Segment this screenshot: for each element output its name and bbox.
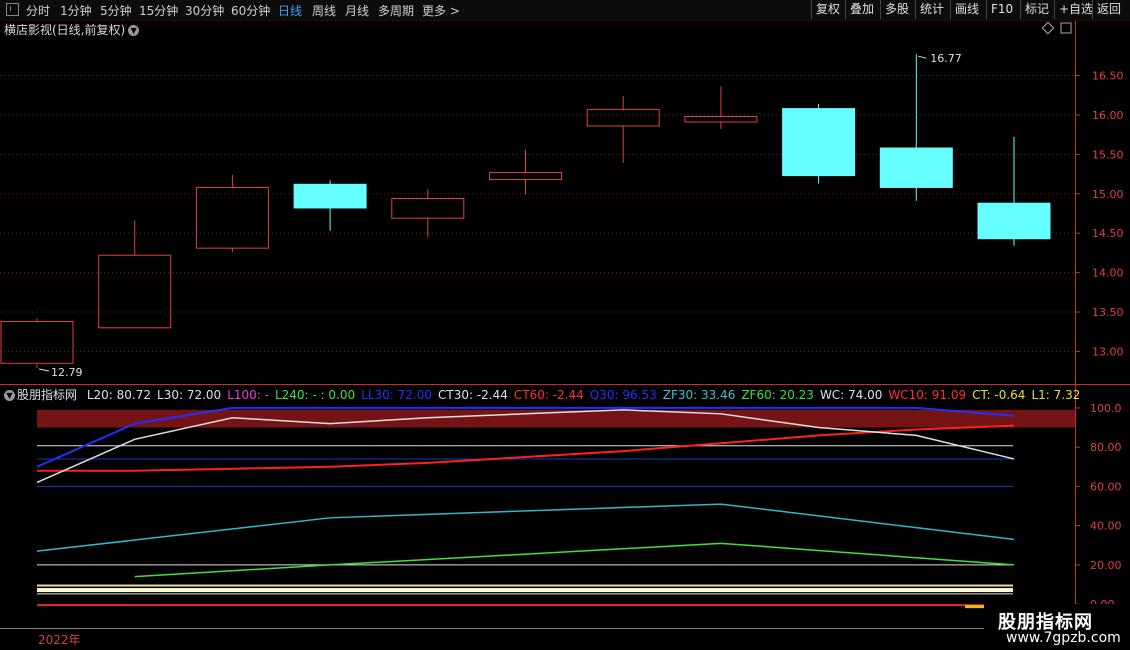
- candle-body: [98, 254, 172, 329]
- candle-body: [586, 108, 660, 127]
- candle-body: [293, 183, 367, 209]
- high-price-label: 16.77: [930, 52, 962, 65]
- indicator-line-WC10: [37, 424, 1015, 472]
- indicator-tick-label: 20.00: [1090, 559, 1122, 572]
- indicator-tick-label: 100.0: [1090, 402, 1122, 415]
- candle-body: [684, 115, 758, 123]
- indicator-value-5: CT30: -2.44: [438, 388, 508, 402]
- candle-body: [195, 186, 269, 249]
- watermark-url: www.7gpzb.com: [1006, 630, 1121, 646]
- indicator-bar-l1: [37, 584, 1013, 587]
- indicator-value-10: WC: 74.00: [819, 388, 883, 402]
- watermark: 股朋指标网 www.7gpzb.com: [984, 604, 1130, 650]
- candle-body: [782, 108, 856, 177]
- indicator-value-2: L100: -: [227, 388, 269, 402]
- indicator-tick-label: 80.00: [1090, 441, 1122, 454]
- indicator-value-0: L20: 80.72: [86, 388, 152, 402]
- indicator-legend: ▼ 股朋指标网 L20: 80.72 L30: 72.00 L100: - L240: …: [4, 386, 1079, 403]
- high-marker-arrow: [918, 55, 927, 59]
- indicator-bar-lt1: [37, 593, 1013, 595]
- panel-toggle-icon: [1060, 22, 1072, 34]
- indicator-line-ZF30: [36, 503, 1015, 552]
- indicator-name[interactable]: 股朋指标网: [17, 388, 77, 402]
- indicator-bar-ct: [37, 604, 1013, 607]
- indicator-line-ZF60: [134, 542, 1015, 578]
- price-tick-label: 14.50: [1092, 227, 1124, 240]
- indicator-bar-lt: [37, 588, 1013, 593]
- price-tick-label: 15.50: [1092, 148, 1124, 161]
- indicator-value-3: L240: - : 0.00: [274, 388, 356, 402]
- indicator-value-8: ZF30: 33.46: [662, 388, 736, 402]
- candle-body: [977, 202, 1051, 240]
- indicator-value-4: LL30: 72.00: [361, 388, 432, 402]
- candle-body: [489, 171, 562, 181]
- indicator-value-9: ZF60: 20.23: [741, 388, 814, 402]
- price-tick-label: 14.00: [1092, 267, 1124, 280]
- price-tick-label: 16.00: [1092, 109, 1124, 122]
- indicator-value-13: L1: 7.32: [1031, 388, 1079, 402]
- year-label: 2022年: [38, 633, 81, 647]
- price-tick-label: 15.00: [1092, 188, 1124, 201]
- low-marker-arrow: [38, 368, 50, 372]
- indicator-value-11: WC10: 91.09: [888, 388, 967, 402]
- diamond-icon: [1041, 21, 1055, 35]
- low-price-label: 12.79: [51, 366, 83, 379]
- indicator-value-12: CT: -0.64: [972, 388, 1026, 402]
- kline-chart: 16.50 16.00 15.50 15.00 14.50 14.00 13.50 13.00…: [0, 21, 1130, 650]
- price-tick-label: 13.50: [1092, 306, 1124, 319]
- indicator-value-6: CT60: -2.44: [513, 388, 584, 402]
- candle-body: [0, 320, 74, 364]
- price-tick-label: 13.00: [1092, 345, 1124, 358]
- indicator-value-1: L30: 72.00: [157, 388, 222, 402]
- candle-body: [391, 197, 465, 219]
- candle-body: [879, 147, 953, 188]
- indicator-chevron-icon[interactable]: ▼: [4, 390, 15, 401]
- indicator-tick-label: 40.00: [1090, 520, 1122, 533]
- indicator-tick-label: 60.00: [1090, 480, 1122, 493]
- indicator-value-7: Q30: 96.53: [589, 388, 657, 402]
- price-tick-label: 16.50: [1092, 69, 1124, 82]
